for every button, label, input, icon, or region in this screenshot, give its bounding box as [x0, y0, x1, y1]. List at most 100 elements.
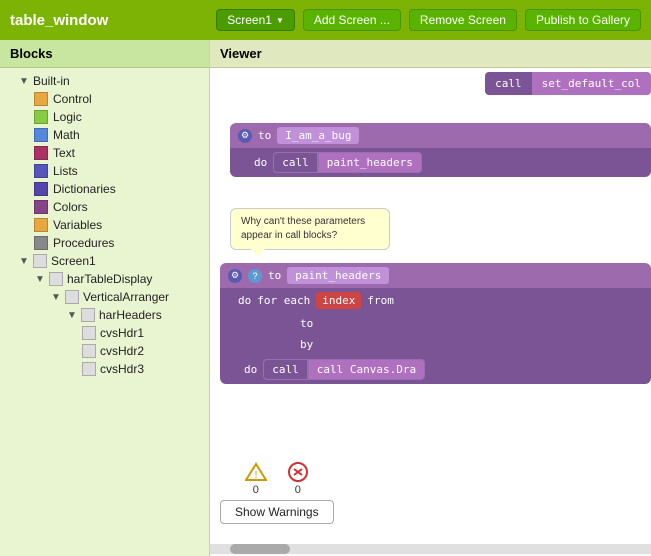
viewer-panel: Viewer call set_default_col ⚙ to I_am_a_…: [210, 40, 651, 556]
sidebar-item-variables[interactable]: Variables: [0, 216, 209, 234]
colors-color-icon: [34, 200, 48, 214]
sidebar-item-screen1[interactable]: ▼ Screen1: [0, 252, 209, 270]
add-screen-button[interactable]: Add Screen ...: [303, 9, 401, 31]
gear-icon-2: ⚙: [228, 269, 242, 283]
procedures-color-icon: [34, 236, 48, 250]
screen-dropdown-button[interactable]: Screen1 ▼: [216, 9, 295, 31]
block-paint-headers-2: ⚙ ? to paint_headers do for each index f…: [220, 263, 651, 384]
sidebar-item-colors[interactable]: Colors: [0, 198, 209, 216]
expand-screen1-icon: ▼: [18, 255, 30, 267]
warning-triangle-icon: !: [245, 462, 267, 482]
svg-text:!: !: [254, 470, 257, 481]
screen1-icon: [33, 254, 47, 268]
paint-headers-label-1: paint_headers: [318, 152, 422, 173]
tooltip-bubble: Why can't these parameters appear in cal…: [230, 208, 390, 250]
remove-screen-button[interactable]: Remove Screen: [409, 9, 517, 31]
call-paint-headers-block: call paint_headers: [273, 152, 422, 173]
hartabledisplay-icon: [49, 272, 63, 286]
sidebar-item-verticalarranger[interactable]: ▼ VerticalArranger: [0, 288, 209, 306]
sidebar-verticalarranger-label: VerticalArranger: [83, 290, 169, 304]
by-row: by: [220, 334, 651, 355]
warning-count: 0: [253, 484, 259, 496]
sidebar-control-label: Control: [53, 92, 92, 106]
sidebar-item-cvshdr1[interactable]: cvsHdr1: [0, 324, 209, 342]
sidebar-harheaders-label: harHeaders: [99, 308, 162, 322]
sidebar-lists-label: Lists: [53, 164, 78, 178]
publish-to-gallery-button[interactable]: Publish to Gallery: [525, 9, 641, 31]
blocks-panel: Blocks ▼ Built-in Control Logic Math: [0, 40, 210, 556]
error-circle-icon: [287, 462, 309, 482]
sidebar-procedures-label: Procedures: [53, 236, 114, 250]
sidebar-screen1-label: Screen1: [51, 254, 96, 268]
expand-builtin-icon: ▼: [18, 75, 30, 87]
show-warnings-button[interactable]: Show Warnings: [220, 500, 334, 524]
sidebar-builtin-label: Built-in: [33, 74, 70, 88]
cvshdr1-icon: [82, 326, 96, 340]
viewer-canvas: call set_default_col ⚙ to I_am_a_bug do …: [210, 68, 651, 554]
sidebar-item-math[interactable]: Math: [0, 126, 209, 144]
index-label: index: [316, 292, 361, 309]
warnings-panel: ! 0 0 Show Warnings: [220, 462, 334, 524]
set-default-col-label: set_default_col: [532, 72, 651, 95]
i-am-a-bug-label: I_am_a_bug: [277, 127, 359, 144]
sidebar-hartabledisplay-label: harTableDisplay: [67, 272, 152, 286]
variables-color-icon: [34, 218, 48, 232]
viewer-header: Viewer: [210, 40, 651, 68]
canvas-draw-label: call Canvas.Dra: [308, 359, 425, 380]
expand-hartabledisplay-icon: ▼: [34, 273, 46, 285]
sidebar-item-harheaders[interactable]: ▼ harHeaders: [0, 306, 209, 324]
sidebar-logic-label: Logic: [53, 110, 82, 124]
sidebar-item-procedures[interactable]: Procedures: [0, 234, 209, 252]
horizontal-scrollbar[interactable]: [210, 544, 651, 554]
sidebar-text-label: Text: [53, 146, 75, 160]
error-item: 0: [287, 462, 309, 496]
sidebar-item-dictionaries[interactable]: Dictionaries: [0, 180, 209, 198]
main-layout: Blocks ▼ Built-in Control Logic Math: [0, 40, 651, 556]
expand-harheaders-icon: ▼: [66, 309, 78, 321]
block-set-default-col: call set_default_col: [485, 72, 651, 95]
sidebar-math-label: Math: [53, 128, 80, 142]
math-color-icon: [34, 128, 48, 142]
warning-item: ! 0: [245, 462, 267, 496]
block-do-row: do call paint_headers: [230, 148, 651, 177]
call-canvas-block: call call Canvas.Dra: [263, 359, 425, 380]
sidebar-item-builtin[interactable]: ▼ Built-in: [0, 72, 209, 90]
harheaders-icon: [81, 308, 95, 322]
to-row: to: [220, 313, 651, 334]
scrollbar-thumb: [230, 544, 290, 554]
block-event-header: ⚙ to I_am_a_bug: [230, 123, 651, 148]
warnings-icons-row: ! 0 0: [245, 462, 309, 496]
paint-headers-label-2: paint_headers: [287, 267, 389, 284]
block-i-am-a-bug: ⚙ to I_am_a_bug do call paint_headers: [230, 123, 651, 177]
sidebar-dictionaries-label: Dictionaries: [53, 182, 116, 196]
verticalarranger-icon: [65, 290, 79, 304]
question-icon: ?: [248, 269, 262, 283]
sidebar-variables-label: Variables: [53, 218, 102, 232]
error-count: 0: [295, 484, 301, 496]
sidebar-item-text[interactable]: Text: [0, 144, 209, 162]
sidebar-item-cvshdr2[interactable]: cvsHdr2: [0, 342, 209, 360]
sidebar-colors-label: Colors: [53, 200, 88, 214]
sidebar-item-logic[interactable]: Logic: [0, 108, 209, 126]
call-label-1: call: [485, 72, 532, 95]
gear-icon-1: ⚙: [238, 129, 252, 143]
tooltip-text: Why can't these parameters appear in cal…: [241, 216, 365, 241]
sidebar-item-control[interactable]: Control: [0, 90, 209, 108]
blocks-panel-header: Blocks: [0, 40, 209, 68]
sidebar-item-lists[interactable]: Lists: [0, 162, 209, 180]
expand-verticalarranger-icon: ▼: [50, 291, 62, 303]
logic-color-icon: [34, 110, 48, 124]
cvshdr3-icon: [82, 362, 96, 376]
block-event-header-2: ⚙ ? to paint_headers: [220, 263, 651, 288]
blocks-tree: ▼ Built-in Control Logic Math Text: [0, 68, 209, 556]
sidebar-item-hartabledisplay[interactable]: ▼ harTableDisplay: [0, 270, 209, 288]
title-bar: table_window Screen1 ▼ Add Screen ... Re…: [0, 0, 651, 40]
cvshdr2-icon: [82, 344, 96, 358]
lists-color-icon: [34, 164, 48, 178]
dictionaries-color-icon: [34, 182, 48, 196]
sidebar-item-cvshdr3[interactable]: cvsHdr3: [0, 360, 209, 378]
dropdown-arrow-icon: ▼: [276, 16, 284, 25]
sidebar-cvshdr3-label: cvsHdr3: [100, 362, 144, 376]
text-color-icon: [34, 146, 48, 160]
foreach-row: do for each index from: [220, 288, 651, 313]
